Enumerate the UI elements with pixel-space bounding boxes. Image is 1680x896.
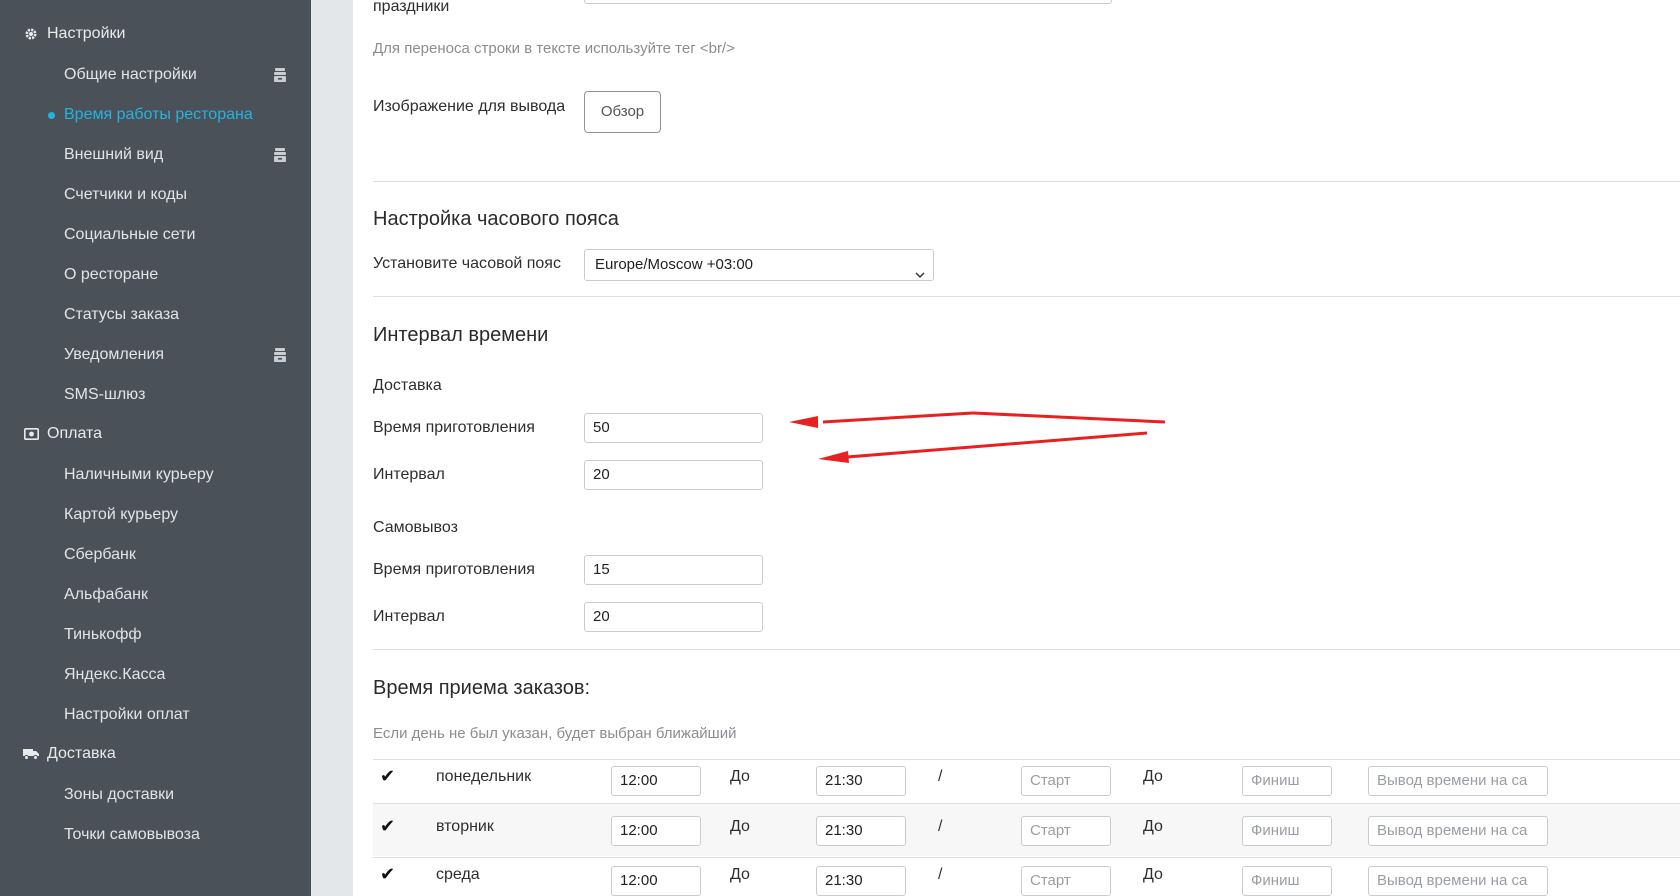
sidebar-item-about[interactable]: О ресторане	[64, 262, 288, 288]
sidebar-item-label: Общие настройки	[64, 66, 197, 83]
sidebar-section-label: Настройки	[47, 25, 126, 42]
sidebar-item-label: О ресторане	[64, 266, 159, 283]
sidebar-item-label: Тинькофф	[64, 626, 142, 643]
sidebar-item-payment-settings[interactable]: Настройки оплат	[64, 702, 288, 728]
sidebar-item-sms-gateway[interactable]: SMS-шлюз	[64, 382, 288, 408]
sidebar-item-label: Наличными курьеру	[64, 466, 214, 483]
sidebar-item-label: Уведомления	[64, 346, 165, 363]
money-icon	[22, 428, 40, 440]
sidebar-item-label: Время работы ресторана	[64, 106, 253, 123]
sidebar-item-cash-courier[interactable]: Наличными курьеру	[64, 462, 288, 488]
sidebar-item-label: Альфабанк	[64, 586, 148, 603]
sidebar-item-social[interactable]: Социальные сети	[64, 222, 288, 248]
sidebar-item-label: Статусы заказа	[64, 306, 180, 323]
sidebar-item-label: Точки самовывоза	[64, 826, 200, 843]
sidebar-item-sberbank[interactable]: Сбербанк	[64, 542, 288, 568]
sidebar-item-alfabank[interactable]: Альфабанк	[64, 582, 288, 608]
gear-icon	[22, 27, 40, 41]
content-gutter	[311, 0, 353, 896]
sidebar-item-notifications[interactable]: Уведомления	[64, 342, 288, 368]
sidebar-item-appearance[interactable]: Внешний вид	[64, 142, 288, 168]
sidebar-item-yandex-kassa[interactable]: Яндекс.Касса	[64, 662, 288, 688]
sidebar-item-label: Внешний вид	[64, 146, 164, 163]
sidebar-item-label: Зоны доставки	[64, 786, 175, 803]
sidebar-item-label: Социальные сети	[64, 226, 196, 243]
sidebar-item-card-courier[interactable]: Картой курьеру	[64, 502, 288, 528]
annotation-arrow	[818, 431, 1148, 463]
sidebar-item-counters[interactable]: Счетчики и коды	[64, 182, 288, 208]
truck-icon	[22, 748, 40, 760]
sidebar-item-pickup-points[interactable]: Точки самовывоза	[64, 822, 288, 848]
sidebar-item-delivery-zones[interactable]: Зоны доставки	[64, 782, 288, 808]
active-dot-icon	[48, 112, 55, 119]
sidebar: Настройки Общие настройки Время работы р…	[0, 0, 311, 896]
sidebar-item-order-statuses[interactable]: Статусы заказа	[64, 302, 288, 328]
sidebar-item-tinkoff[interactable]: Тинькофф	[64, 622, 288, 648]
sidebar-item-restaurant-hours[interactable]: Время работы ресторана	[48, 102, 288, 128]
sidebar-section-payment[interactable]: Оплата	[22, 422, 102, 446]
sidebar-section-settings[interactable]: Настройки	[22, 22, 125, 46]
archive-icon	[272, 346, 288, 362]
sidebar-item-label: SMS-шлюз	[64, 386, 146, 403]
sidebar-item-label: Яндекс.Касса	[64, 666, 166, 683]
annotation-arrow	[789, 411, 1166, 428]
sidebar-section-label: Оплата	[47, 425, 103, 442]
main-content: праздники Для переноса строки в тексте и…	[353, 0, 1680, 896]
sidebar-item-label: Картой курьеру	[64, 506, 179, 523]
archive-icon	[272, 146, 288, 162]
archive-icon	[272, 66, 288, 82]
sidebar-item-general-settings[interactable]: Общие настройки	[64, 62, 288, 88]
sidebar-section-delivery[interactable]: Доставка	[22, 742, 116, 766]
sidebar-item-label: Сбербанк	[64, 546, 136, 563]
sidebar-item-label: Счетчики и коды	[64, 186, 188, 203]
annotation-arrows	[789, 411, 1166, 463]
sidebar-item-label: Настройки оплат	[64, 706, 190, 723]
sidebar-section-label: Доставка	[47, 745, 116, 762]
